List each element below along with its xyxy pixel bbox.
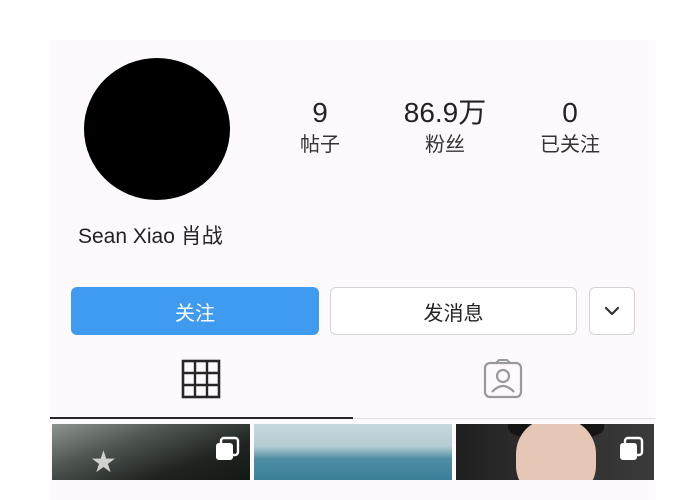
following-count: 0 (562, 97, 578, 128)
multiple-posts-icon (216, 436, 240, 460)
tab-divider (353, 418, 655, 419)
post-thumbnail[interactable] (456, 424, 654, 480)
stat-followers[interactable]: 86.9万 粉丝 (385, 96, 505, 158)
follow-button[interactable]: 关注 (71, 287, 319, 335)
followers-count: 86.9万 (403, 97, 487, 128)
tagged-user-icon (483, 359, 523, 399)
avatar[interactable] (84, 58, 230, 200)
tab-tagged[interactable] (480, 356, 526, 402)
posts-label: 帖子 (300, 132, 340, 156)
grid-icon (181, 359, 221, 399)
profile-page: 9 帖子 86.9万 粉丝 0 已关注 Sean Xiao 肖战 关注 发消息 (0, 0, 690, 500)
chevron-down-icon (604, 306, 620, 316)
photo-face (516, 424, 596, 480)
post-thumbnail[interactable] (254, 424, 452, 480)
active-tab-indicator (50, 417, 353, 419)
posts-count: 9 (312, 97, 328, 128)
profile-username: Sean Xiao 肖战 (78, 225, 223, 248)
tab-posts-grid[interactable] (178, 356, 224, 402)
post-thumbnail[interactable]: ★ (52, 424, 250, 480)
stat-posts[interactable]: 9 帖子 (260, 96, 380, 158)
multiple-posts-icon (620, 436, 644, 460)
more-options-button[interactable] (589, 287, 635, 335)
following-label: 已关注 (540, 132, 600, 156)
star-decoration: ★ (90, 445, 117, 480)
followers-label: 粉丝 (425, 132, 465, 156)
message-button[interactable]: 发消息 (330, 287, 577, 335)
stat-following[interactable]: 0 已关注 (510, 96, 630, 158)
